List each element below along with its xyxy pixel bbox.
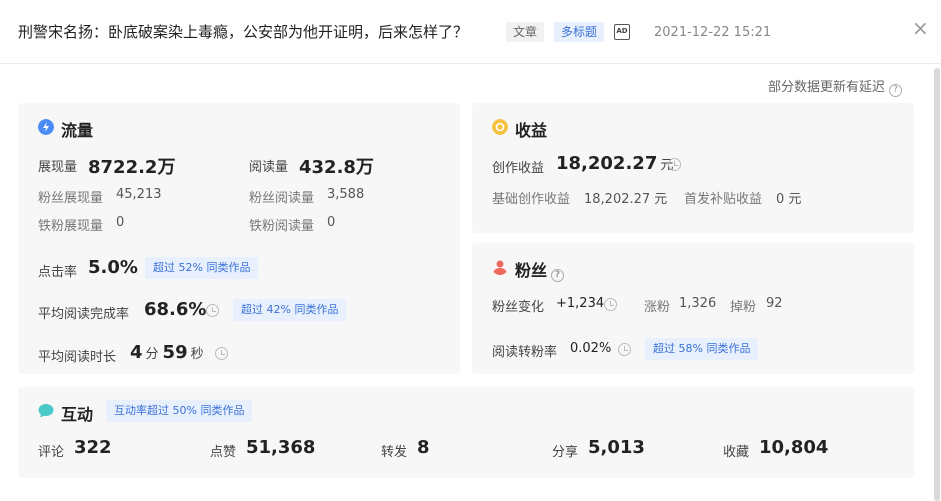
first-publish-label: 首发补贴收益 [684, 192, 763, 207]
read-convert-value: 0.02% [570, 341, 612, 356]
base-income-label: 基础创作收益 [492, 192, 571, 207]
likes-value: 51,368 [246, 437, 316, 458]
reposts-value: 8 [417, 437, 430, 458]
comments-value: 322 [74, 437, 112, 458]
reposts-label: 转发 [381, 445, 408, 460]
interaction-title: 互动 [61, 405, 94, 424]
interaction-card: 互动 互动率超过 50% 同类作品 评论 322 点赞 51,368 转发 8 … [18, 387, 914, 478]
clock-icon[interactable] [604, 298, 617, 311]
iron-impressions-label: 铁粉展现量 [38, 219, 104, 234]
fan-gain-value: 1,326 [679, 296, 717, 311]
lightning-icon [38, 119, 54, 135]
completion-badge: 超过 42% 同类作品 [233, 299, 347, 321]
duration-minutes: 4 [130, 342, 143, 363]
income-card: 收益 创作收益 18,202.27 元 基础创作收益 18,202.27 元 首发… [472, 103, 914, 233]
iron-reads-value: 0 [327, 215, 336, 230]
header-bar: 刑警宋名扬：卧底破案染上毒瘾，公安部为他开证明，后来怎样了？ 文章 多标题 AD… [0, 0, 941, 64]
completion-value: 68.6% [144, 299, 207, 320]
creation-income-amount: 18,202.27 [556, 153, 658, 174]
fans-card: 粉丝? 粉丝变化 +1,234 涨粉 1,326 掉粉 92 阅读转粉率 0.0… [472, 243, 914, 374]
first-publish-value: 0 元 [776, 192, 802, 207]
scrollbar[interactable] [934, 68, 940, 501]
duration-min-unit: 分 [145, 347, 159, 362]
favorites-label: 收藏 [723, 445, 750, 460]
help-icon[interactable]: ? [551, 269, 565, 282]
fan-gain-label: 涨粉 [644, 300, 671, 315]
fan-impressions-value: 45,213 [116, 187, 162, 202]
fans-title-text: 粉丝 [515, 261, 548, 280]
creation-income-value: 18,202.27 元 [556, 153, 673, 174]
article-tag: 文章 [506, 22, 545, 42]
iron-reads-label: 铁粉阅读量 [249, 219, 315, 234]
data-delay-note: 部分数据更新有延迟? [768, 76, 903, 97]
fan-reads-label: 粉丝阅读量 [249, 191, 315, 206]
base-income-value: 18,202.27 元 [584, 192, 668, 207]
fan-reads-value: 3,588 [327, 187, 365, 202]
iron-impressions-value: 0 [116, 215, 125, 230]
income-title: 收益 [515, 121, 548, 140]
clock-icon[interactable] [215, 347, 228, 360]
likes-label: 点赞 [210, 445, 237, 460]
reads-label: 阅读量 [249, 160, 289, 175]
traffic-title: 流量 [61, 121, 94, 140]
traffic-card: 流量 展现量 8722.2万 阅读量 432.8万 粉丝展现量 45,213 粉… [18, 103, 460, 374]
duration-sec-unit: 秒 [190, 347, 204, 362]
completion-label: 平均阅读完成率 [38, 307, 130, 322]
person-icon [493, 260, 507, 275]
read-convert-badge: 超过 58% 同类作品 [645, 338, 759, 360]
interaction-badge: 互动率超过 50% 同类作品 [106, 400, 253, 422]
fan-change-label: 粉丝变化 [492, 300, 545, 315]
shares-value: 5,013 [588, 437, 645, 458]
ctr-badge: 超过 52% 同类作品 [145, 257, 259, 279]
fan-loss-label: 掉粉 [730, 300, 757, 315]
favorites-value: 10,804 [759, 437, 829, 458]
clock-icon[interactable] [668, 158, 681, 171]
creation-income-label: 创作收益 [492, 161, 545, 176]
clock-icon[interactable] [618, 343, 631, 356]
ctr-value: 5.0% [88, 257, 138, 278]
impressions-value: 8722.2万 [88, 157, 176, 178]
ad-icon: AD [614, 24, 630, 40]
comments-label: 评论 [38, 445, 65, 460]
ctr-label: 点击率 [38, 265, 78, 280]
fans-title: 粉丝? [515, 257, 565, 282]
coin-icon [492, 119, 508, 135]
publish-date: 2021-12-22 15:21 [654, 25, 772, 40]
fan-change-value: +1,234 [556, 296, 605, 311]
reads-value: 432.8万 [299, 157, 374, 178]
help-icon[interactable]: ? [889, 84, 903, 97]
close-icon[interactable]: × [912, 16, 929, 40]
article-title: 刑警宋名扬：卧底破案染上毒瘾，公安部为他开证明，后来怎样了？ [18, 23, 469, 41]
fan-loss-value: 92 [766, 296, 783, 311]
read-convert-label: 阅读转粉率 [492, 345, 558, 360]
data-delay-text: 部分数据更新有延迟 [768, 80, 886, 95]
duration-seconds: 59 [162, 342, 188, 363]
duration-value: 4 分 59 秒 [130, 342, 208, 363]
duration-label: 平均阅读时长 [38, 350, 117, 365]
fan-impressions-label: 粉丝展现量 [38, 191, 104, 206]
clock-icon[interactable] [206, 304, 219, 317]
impressions-label: 展现量 [38, 160, 78, 175]
shares-label: 分享 [552, 445, 579, 460]
multi-title-tag[interactable]: 多标题 [554, 22, 605, 42]
chat-bubble-icon [38, 404, 54, 418]
